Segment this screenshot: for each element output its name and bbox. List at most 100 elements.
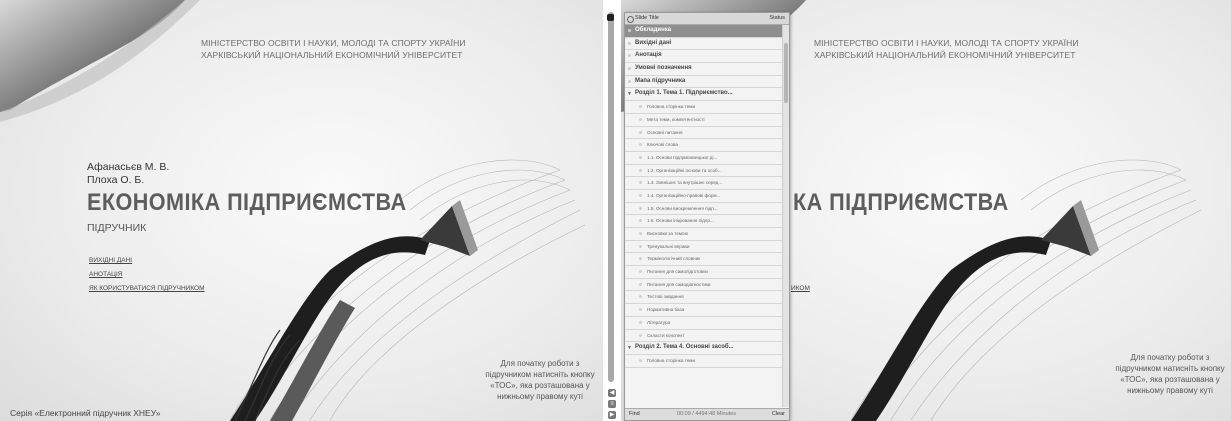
- bullet-icon: [639, 270, 642, 274]
- next-icon[interactable]: ▶: [608, 411, 616, 419]
- bullet-icon: [639, 181, 642, 185]
- toc-item[interactable]: Мета теми, компетентності: [625, 114, 789, 127]
- toc-item-label: Головна сторінка теми: [647, 104, 696, 110]
- start-note-line: Для початку роботи з: [500, 359, 580, 368]
- toc-item[interactable]: Головна сторінка теми: [625, 101, 789, 114]
- toc-item-label: 1.6. Основи ініціювання підпр...: [647, 218, 714, 224]
- toc-item[interactable]: Тренувальні вправи: [625, 241, 789, 254]
- toc-item-label: Обкладинка: [635, 27, 672, 33]
- toc-item[interactable]: 1.3. Зовнішнє та внутрішнє серед...: [625, 177, 789, 190]
- toc-item[interactable]: Тестові завдання: [625, 291, 789, 305]
- toc-list: Обкладинка Вихідні дані Анотація Умовні поз…: [625, 25, 789, 368]
- start-note-line: нижньому правому куті: [497, 392, 583, 401]
- link-output-data[interactable]: ВИХІДНІ ДАНІ: [89, 257, 132, 264]
- scroll-top-handle[interactable]: [607, 14, 614, 21]
- ministry-line-2: ХАРКІВСЬКИЙ НАЦІОНАЛЬНИЙ ЕКОНОМІЧНИЙ УНІ…: [201, 50, 463, 60]
- bullet-icon: [628, 54, 631, 58]
- toc-item-label: 1.5. Основи виокремлення підп...: [647, 205, 718, 211]
- bullet-icon: [628, 67, 631, 71]
- start-note-line: підручником натисніть кнопку: [1115, 364, 1225, 373]
- start-note-line: «ТОС», яка розташована у: [490, 381, 590, 390]
- toc-item-label: Тестові завдання: [647, 294, 684, 300]
- bullet-icon: [639, 143, 642, 147]
- toc-item[interactable]: Головна сторінка теми: [625, 355, 789, 368]
- toc-item-label: Термінологічний словник: [647, 256, 701, 262]
- toc-item[interactable]: Питання для самопідготовки: [625, 266, 789, 279]
- toc-header-title: Slide Title: [635, 15, 659, 21]
- toc-item[interactable]: Висновки за темою: [625, 228, 789, 241]
- toc-item[interactable]: 1.1. Основи підприємницької ді...: [625, 152, 789, 165]
- toc-item-label: Умовні позначення: [635, 65, 692, 72]
- toc-item[interactable]: Питання для самодіагностики: [625, 279, 789, 292]
- bullet-icon: [628, 29, 631, 32]
- bullet-icon: [639, 232, 642, 235]
- book-title: ЕКОНОМІКА ПІДПРИЄМСТВА: [87, 189, 407, 216]
- toc-item[interactable]: ▼ Розділ 2. Тема 4. Основні засоб...: [625, 342, 789, 355]
- bullet-icon: [628, 79, 631, 83]
- start-note-line: нижньому правому куті: [1127, 386, 1213, 395]
- toc-item[interactable]: Скласти конспект: [625, 330, 789, 343]
- toc-item-label: 1.3. Зовнішнє та внутрішнє серед...: [647, 180, 723, 186]
- toc-item-label: Література: [647, 319, 671, 325]
- bullet-icon: [639, 155, 642, 159]
- toc-item[interactable]: Умовні позначення: [625, 63, 789, 76]
- author-1: Афанасьєв М. В.: [87, 161, 170, 173]
- elapsed-time: 00:09 / 4494:48 Minutes: [677, 411, 737, 417]
- toc-item[interactable]: 1.6. Основи ініціювання підпр...: [625, 215, 789, 228]
- start-note-line: «ТОС», яка розташована у: [1120, 375, 1220, 384]
- prev-icon[interactable]: ◀: [608, 389, 616, 397]
- book-subtitle: ПІДРУЧНИК: [87, 222, 147, 234]
- toc-header-status: Status: [769, 15, 785, 21]
- series-label: Серія «Електронний підручник ХНЕУ»: [10, 408, 161, 418]
- ministry-line-1: МІНІСТЕРСТВО ОСВІТИ І НАУКИ, МОЛОДІ ТА С…: [814, 38, 1079, 48]
- bullet-icon: [639, 193, 642, 197]
- toc-item-label: Ключові слова: [647, 142, 678, 148]
- toc-item-label: Основні питання: [647, 129, 683, 135]
- toc-item-label: Скласти конспект: [647, 332, 685, 338]
- toc-scrollbar[interactable]: [782, 25, 789, 407]
- toc-item-label: Головна сторінка теми: [647, 357, 696, 363]
- bullet-icon: [639, 358, 642, 362]
- bullet-icon: [639, 168, 642, 172]
- link-annotation[interactable]: АНОТАЦІЯ: [89, 271, 122, 278]
- menu-icon[interactable]: ≡: [608, 400, 616, 408]
- start-instructions: Для початку роботи з підручником натисні…: [1100, 352, 1231, 396]
- toc-item[interactable]: Нормативна база: [625, 304, 789, 317]
- toc-scroll-thumb[interactable]: [784, 43, 788, 103]
- toc-item[interactable]: 1.5. Основи виокремлення підп...: [625, 203, 789, 216]
- bullet-icon: [639, 333, 642, 337]
- toc-item[interactable]: Обкладинка: [625, 25, 789, 38]
- toc-item[interactable]: 1.2. Організаційні основи та особ...: [625, 165, 789, 178]
- toc-item[interactable]: ▼ Розділ 1. Тема 1. Підприємство...: [625, 88, 789, 102]
- toc-item[interactable]: Література: [625, 317, 789, 330]
- toc-item[interactable]: Вихідні дані: [625, 38, 789, 51]
- toc-header: Slide Title Status: [625, 13, 789, 25]
- expand-arrow-icon[interactable]: ▼: [627, 345, 632, 351]
- toc-item-label: Висновки за темою: [647, 231, 689, 236]
- bullet-icon: [639, 117, 642, 121]
- find-button[interactable]: Find: [629, 411, 640, 417]
- start-instructions: Для початку роботи з підручником натисні…: [470, 358, 603, 402]
- toc-item[interactable]: Термінологічний словник: [625, 253, 789, 267]
- clear-button[interactable]: Clear: [772, 411, 785, 417]
- toc-item-label: Нормативна база: [647, 307, 685, 313]
- toc-panel: Slide Title Status Обкладинка Вихідні дан…: [624, 12, 790, 421]
- link-how-to-use-partial[interactable]: ИКОМ: [791, 285, 810, 292]
- toc-item-label: Питання для самодіагностики: [647, 281, 711, 287]
- vertical-scrollbar[interactable]: [608, 12, 614, 382]
- toc-radio-icon[interactable]: [627, 16, 634, 23]
- toc-item[interactable]: Ключові слова: [625, 139, 789, 152]
- toc-item[interactable]: Мапа підручника: [625, 76, 789, 89]
- bullet-icon: [639, 308, 642, 312]
- toc-item[interactable]: Анотація: [625, 50, 789, 64]
- bullet-icon: [628, 41, 631, 45]
- toc-item[interactable]: Основні питання: [625, 127, 789, 140]
- expand-arrow-icon[interactable]: ▼: [627, 91, 632, 97]
- bullet-icon: [639, 219, 642, 223]
- link-how-to-use[interactable]: ЯК КОРИСТУВАТИСЯ ПІДРУЧНИКОМ: [89, 285, 205, 292]
- toc-item[interactable]: 1.4. Організаційно-правові форм...: [625, 190, 789, 203]
- bullet-icon: [639, 206, 642, 210]
- toc-item-label: 1.4. Організаційно-правові форм...: [647, 192, 721, 198]
- book-title-partial: КА ПІДПРИЄМСТВА: [793, 189, 1009, 216]
- toc-footer: Find 00:09 / 4494:48 Minutes Clear: [625, 408, 789, 420]
